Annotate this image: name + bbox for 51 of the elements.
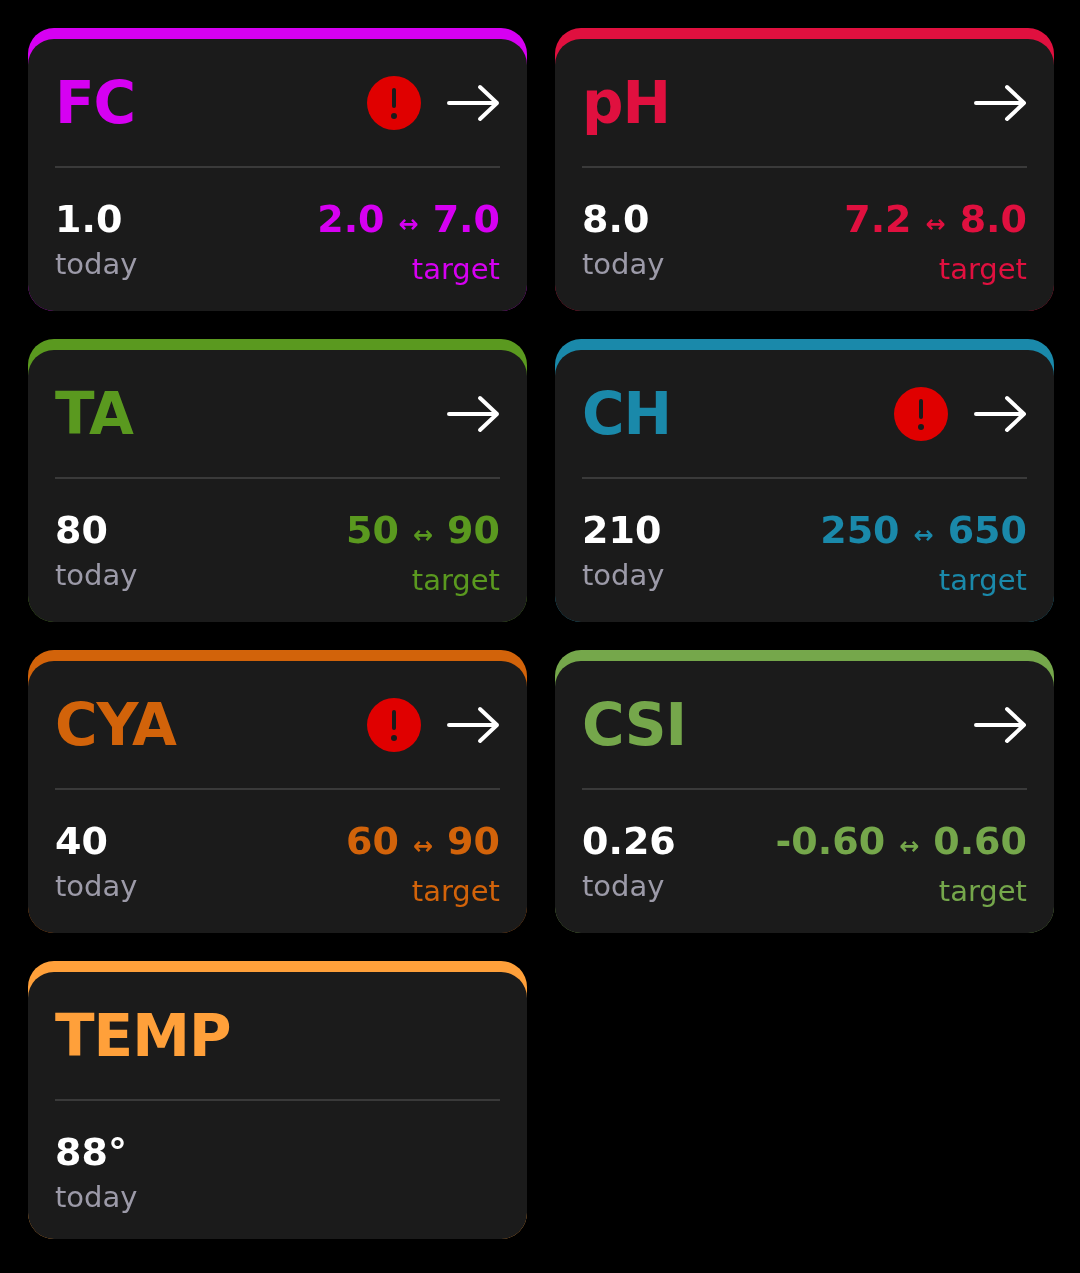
card-title: CH bbox=[582, 379, 673, 448]
target-label: target bbox=[411, 251, 500, 288]
target-label: target bbox=[411, 873, 500, 910]
today-value: 0.26 bbox=[582, 818, 676, 865]
target-low: 50 bbox=[346, 507, 399, 554]
card-title: pH bbox=[582, 68, 672, 137]
target-label: target bbox=[938, 873, 1027, 910]
today-value: 40 bbox=[55, 818, 108, 865]
today-value: 88° bbox=[55, 1129, 127, 1176]
card-title: TA bbox=[55, 379, 135, 448]
today-value: 80 bbox=[55, 507, 108, 554]
range-separator: ↔ bbox=[413, 831, 434, 862]
target-high: 90 bbox=[447, 507, 500, 554]
today-label: today bbox=[582, 557, 665, 594]
arrow-right-icon[interactable] bbox=[447, 393, 501, 434]
arrow-right-icon[interactable] bbox=[974, 393, 1028, 434]
today-label: today bbox=[582, 868, 665, 905]
target-label: target bbox=[938, 562, 1027, 599]
today-label: today bbox=[55, 557, 138, 594]
today-value: 1.0 bbox=[55, 196, 123, 243]
today-label: today bbox=[55, 868, 138, 905]
today-value: 210 bbox=[582, 507, 662, 554]
target-high: 8.0 bbox=[959, 196, 1027, 243]
arrow-right-icon[interactable] bbox=[447, 82, 501, 123]
today-value: 8.0 bbox=[582, 196, 650, 243]
target-high: 90 bbox=[447, 818, 500, 865]
target-high: 0.60 bbox=[933, 818, 1027, 865]
range-separator: ↔ bbox=[925, 209, 946, 240]
target-high: 7.0 bbox=[432, 196, 500, 243]
card-title: FC bbox=[55, 68, 137, 137]
arrow-right-icon[interactable] bbox=[974, 704, 1028, 745]
today-label: today bbox=[55, 246, 138, 283]
today-label: today bbox=[55, 1179, 138, 1216]
target-high: 650 bbox=[947, 507, 1027, 554]
range-separator: ↔ bbox=[899, 831, 920, 862]
range-separator: ↔ bbox=[398, 209, 419, 240]
target-low: 60 bbox=[346, 818, 399, 865]
today-label: today bbox=[582, 246, 665, 283]
arrow-right-icon[interactable] bbox=[447, 704, 501, 745]
range-separator: ↔ bbox=[913, 520, 934, 551]
target-low: 2.0 bbox=[317, 196, 385, 243]
card-title: TEMP bbox=[55, 1001, 232, 1070]
range-separator: ↔ bbox=[413, 520, 434, 551]
target-label: target bbox=[411, 562, 500, 599]
arrow-right-icon[interactable] bbox=[974, 82, 1028, 123]
target-label: target bbox=[938, 251, 1027, 288]
card-title: CSI bbox=[582, 690, 687, 759]
target-low: 7.2 bbox=[844, 196, 912, 243]
target-low: -0.60 bbox=[775, 818, 886, 865]
target-low: 250 bbox=[820, 507, 900, 554]
card-title: CYA bbox=[55, 690, 178, 759]
